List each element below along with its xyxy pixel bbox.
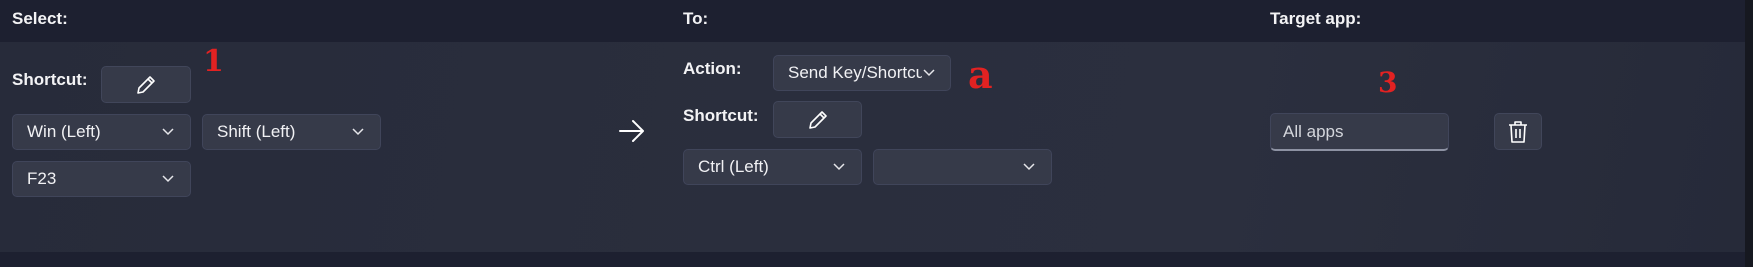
to-key-1-value: Ctrl (Left)	[698, 157, 769, 176]
annotation-3: 3	[1378, 66, 1398, 99]
action-dropdown[interactable]: Send Key/Shortcu	[773, 55, 951, 91]
chevron-down-icon	[162, 128, 174, 136]
chevron-down-icon	[923, 69, 935, 77]
row-divider	[0, 252, 1745, 267]
to-shortcut-label: Shortcut:	[683, 106, 759, 125]
to-key-dropdown-1[interactable]: Ctrl (Left)	[683, 149, 862, 185]
delete-row-button[interactable]	[1494, 113, 1542, 150]
target-app-placeholder: All apps	[1283, 121, 1344, 141]
chevron-down-icon	[833, 163, 845, 171]
arrow-right-icon	[619, 120, 644, 142]
trash-icon	[1509, 120, 1527, 143]
chevron-down-icon	[1023, 163, 1035, 171]
annotation-a: a	[968, 52, 993, 97]
select-key-3-value: F23	[27, 169, 57, 188]
select-key-1-value: Win (Left)	[27, 122, 101, 141]
chevron-down-icon	[162, 175, 174, 183]
action-label: Action:	[683, 59, 742, 78]
select-key-dropdown-1[interactable]: Win (Left)	[12, 114, 191, 150]
select-shortcut-label: Shortcut:	[12, 70, 88, 89]
target-app-input[interactable]: All apps	[1270, 113, 1449, 151]
select-key-2-value: Shift (Left)	[217, 122, 296, 141]
to-edit-shortcut-button[interactable]	[773, 101, 862, 138]
column-header-bar	[0, 0, 1745, 42]
to-header: To:	[683, 9, 709, 28]
select-header: Select:	[12, 9, 68, 28]
select-edit-shortcut-button[interactable]	[101, 66, 191, 103]
to-key-dropdown-2[interactable]	[873, 149, 1052, 185]
select-key-dropdown-3[interactable]: F23	[12, 161, 191, 197]
target-app-header: Target app:	[1270, 9, 1362, 28]
scrollbar-track[interactable]	[1745, 0, 1753, 267]
pencil-icon	[137, 75, 155, 94]
pencil-icon	[808, 110, 827, 129]
chevron-down-icon	[352, 128, 364, 136]
annotation-1: 1	[203, 44, 224, 79]
select-key-dropdown-2[interactable]: Shift (Left)	[202, 114, 381, 150]
action-dropdown-value: Send Key/Shortcu	[788, 63, 922, 82]
